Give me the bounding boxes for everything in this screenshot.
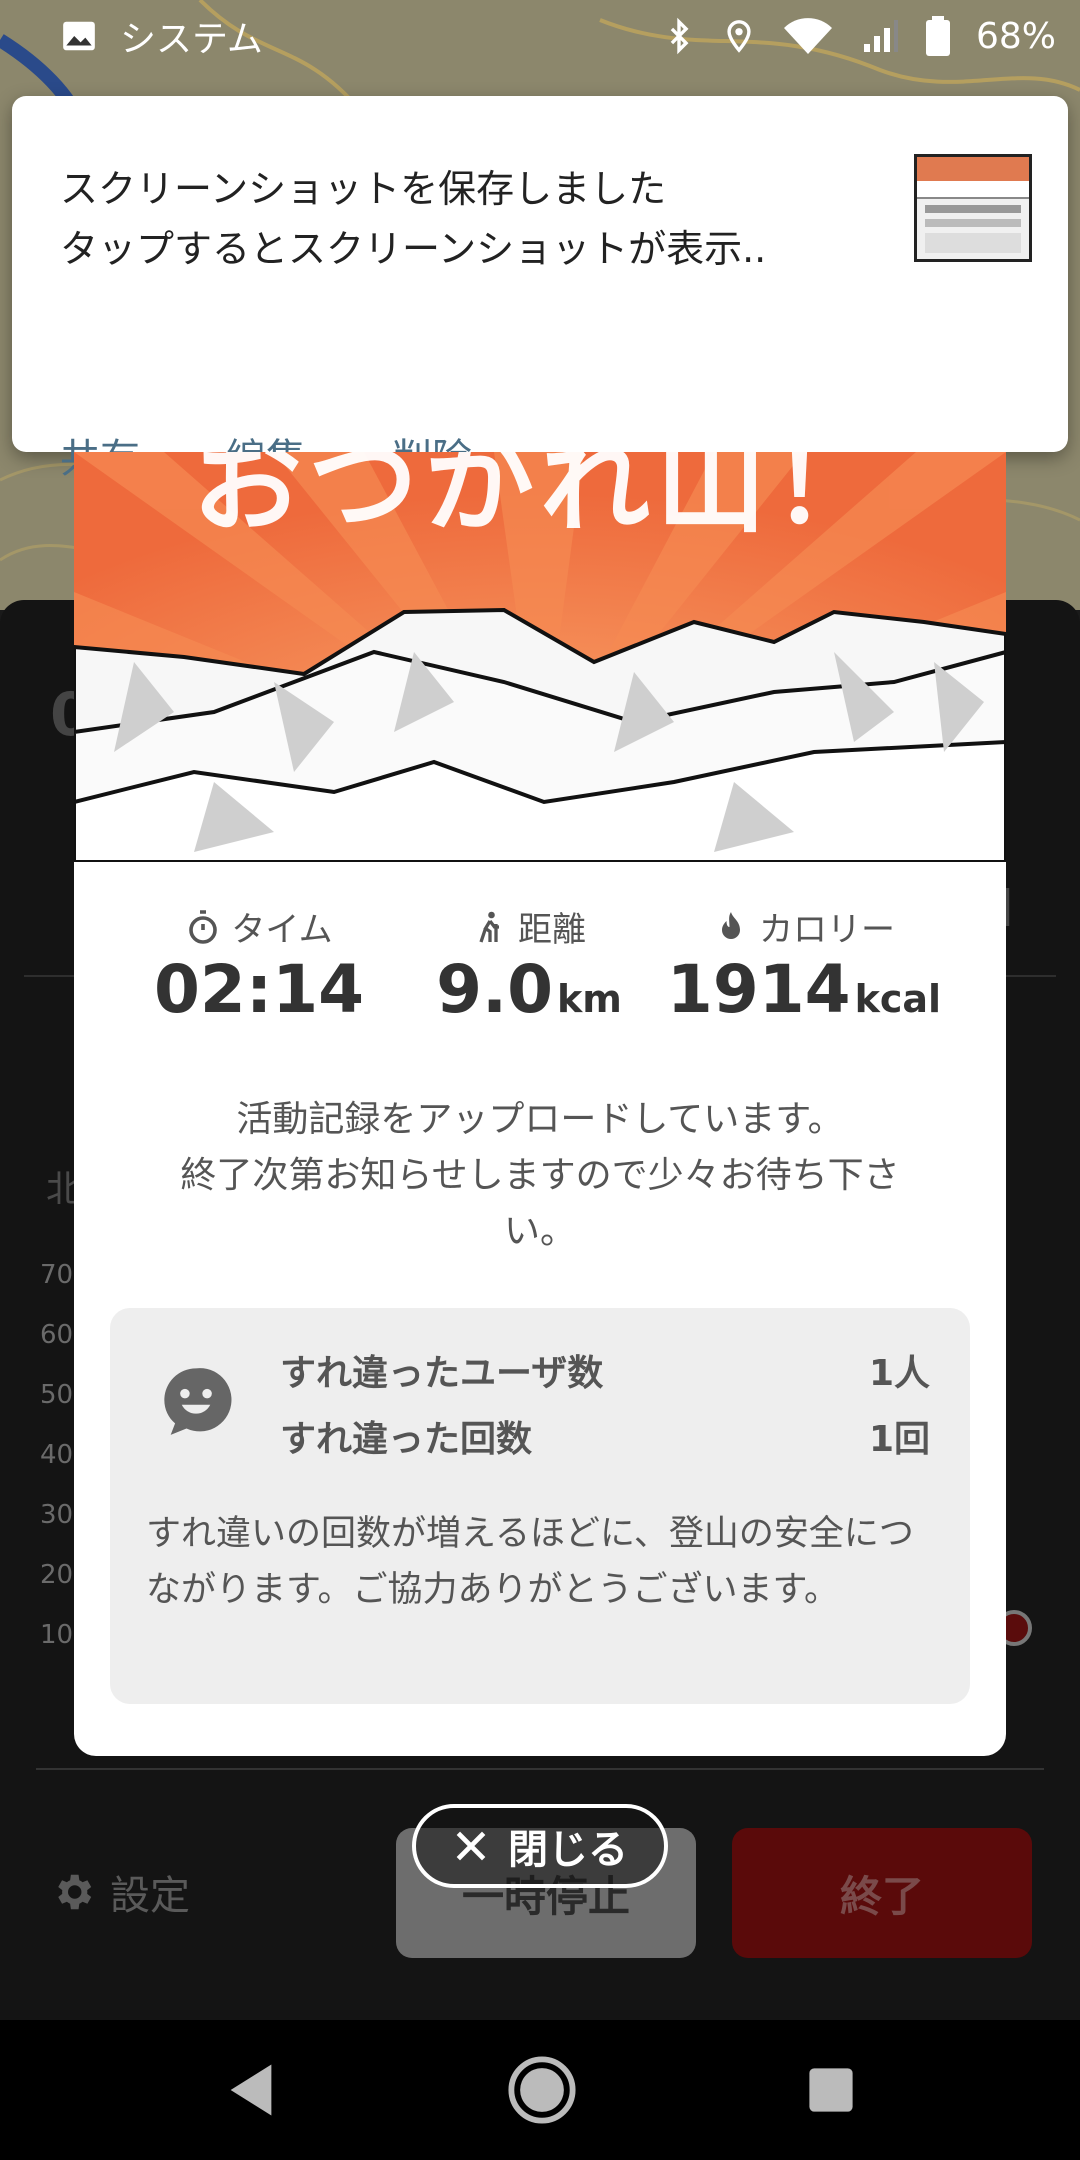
passing-users-row: すれ違ったユーザ数 1人 xyxy=(280,1344,930,1396)
stat-distance-label: 距離 xyxy=(518,910,586,950)
stat-distance-value: 9.0 xyxy=(436,951,554,1028)
upload-message-line: 活動記録をアップロードしています。 xyxy=(236,1099,844,1140)
hero-title: おつかれ山！ xyxy=(192,452,888,548)
end-button[interactable]: 終了 xyxy=(732,1828,1032,1958)
stat-calories-label: カロリー xyxy=(759,910,895,950)
recents-icon[interactable] xyxy=(807,2066,855,2114)
activity-stats: タイム 02:14 距離 9.0 km カロリー 1914 kcal xyxy=(74,902,1006,1042)
passing-users-value: 1人 xyxy=(868,1353,930,1394)
stat-time: タイム 02:14 xyxy=(154,902,364,1028)
stat-time-label: タイム xyxy=(231,910,333,950)
screenshot-thumbnail[interactable] xyxy=(914,154,1032,262)
location-icon xyxy=(727,20,751,53)
signal-icon xyxy=(863,20,898,52)
passing-count-row: すれ違った回数 1回 xyxy=(280,1410,930,1462)
stat-calories-unit: kcal xyxy=(854,977,942,1021)
notification-text: タップするとスクリーンショットが表示.. xyxy=(60,227,767,271)
battery-icon xyxy=(925,16,950,56)
upload-message-line: い。 xyxy=(503,1211,576,1252)
flame-icon xyxy=(722,911,740,939)
axis-tick-label: 20 xyxy=(40,1560,74,1590)
mountain-illustration: おつかれ山！ xyxy=(74,452,1006,862)
axis-tick-label: 70 xyxy=(40,1260,74,1290)
stat-calories-value: 1914 xyxy=(666,951,851,1028)
stat-distance-unit: km xyxy=(557,977,622,1021)
passing-users-label: すれ違ったユーザ数 xyxy=(280,1353,604,1394)
passing-info-card: すれ違ったユーザ数 1人 すれ違った回数 1回 すれ違いの回数が増えるほどに、登… xyxy=(110,1308,970,1704)
stat-distance: 距離 9.0 km xyxy=(414,902,644,1028)
axis-tick-label: 10 xyxy=(40,1620,74,1650)
home-icon[interactable] xyxy=(507,2055,577,2125)
divider xyxy=(36,1768,1044,1770)
stopwatch-icon xyxy=(189,909,218,944)
settings-label: 設定 xyxy=(110,1873,190,1919)
axis-tick-label: 50 xyxy=(40,1380,74,1410)
stat-calories: カロリー 1914 kcal xyxy=(664,902,944,1028)
status-bar: システム 68% xyxy=(0,0,1080,72)
activity-complete-dialog: おつかれ山！ タイム 02:14 距離 9.0 km カロリー 1914 kcal … xyxy=(74,452,1006,1756)
upload-message: 活動記録をアップロードしています。 終了次第お知らせしますので少々お待ち下さ い… xyxy=(134,1092,946,1260)
settings-button[interactable]: 設定 xyxy=(50,1860,190,1924)
bluetooth-icon xyxy=(670,17,689,55)
back-icon[interactable] xyxy=(225,2062,277,2118)
navigation-bar xyxy=(0,2020,1080,2160)
axis-tick-label: 30 xyxy=(40,1500,74,1530)
close-button[interactable]: 閉じる xyxy=(412,1804,668,1888)
image-icon xyxy=(63,21,95,51)
stat-time-value: 02:14 xyxy=(154,951,365,1028)
axis-tick-label: 40 xyxy=(40,1440,74,1470)
screenshot-notification[interactable]: スクリーンショットを保存しました タップするとスクリーンショットが表示.. 共有… xyxy=(12,96,1068,482)
gear-icon xyxy=(58,1874,92,1910)
passing-count-label: すれ違った回数 xyxy=(280,1419,533,1460)
end-label: 終了 xyxy=(839,1871,924,1921)
smile-chat-icon xyxy=(164,1368,232,1435)
close-label: 閉じる xyxy=(508,1827,628,1873)
wifi-icon xyxy=(783,18,832,54)
close-icon xyxy=(456,1831,486,1861)
upload-message-line: 終了次第お知らせしますので少々お待ち下さ xyxy=(180,1155,900,1196)
passing-note: すれ違いの回数が増えるほどに、登山の安全につながります。ご協力ありがとうございま… xyxy=(146,1514,914,1610)
passing-count-value: 1回 xyxy=(868,1419,930,1460)
axis-tick-label: 60 xyxy=(40,1320,74,1350)
notification-title: スクリーンショットを保存しました xyxy=(60,167,667,211)
battery-percent: 68% xyxy=(975,15,1056,57)
hiker-icon xyxy=(479,911,499,943)
status-app-label: システム xyxy=(120,19,263,60)
